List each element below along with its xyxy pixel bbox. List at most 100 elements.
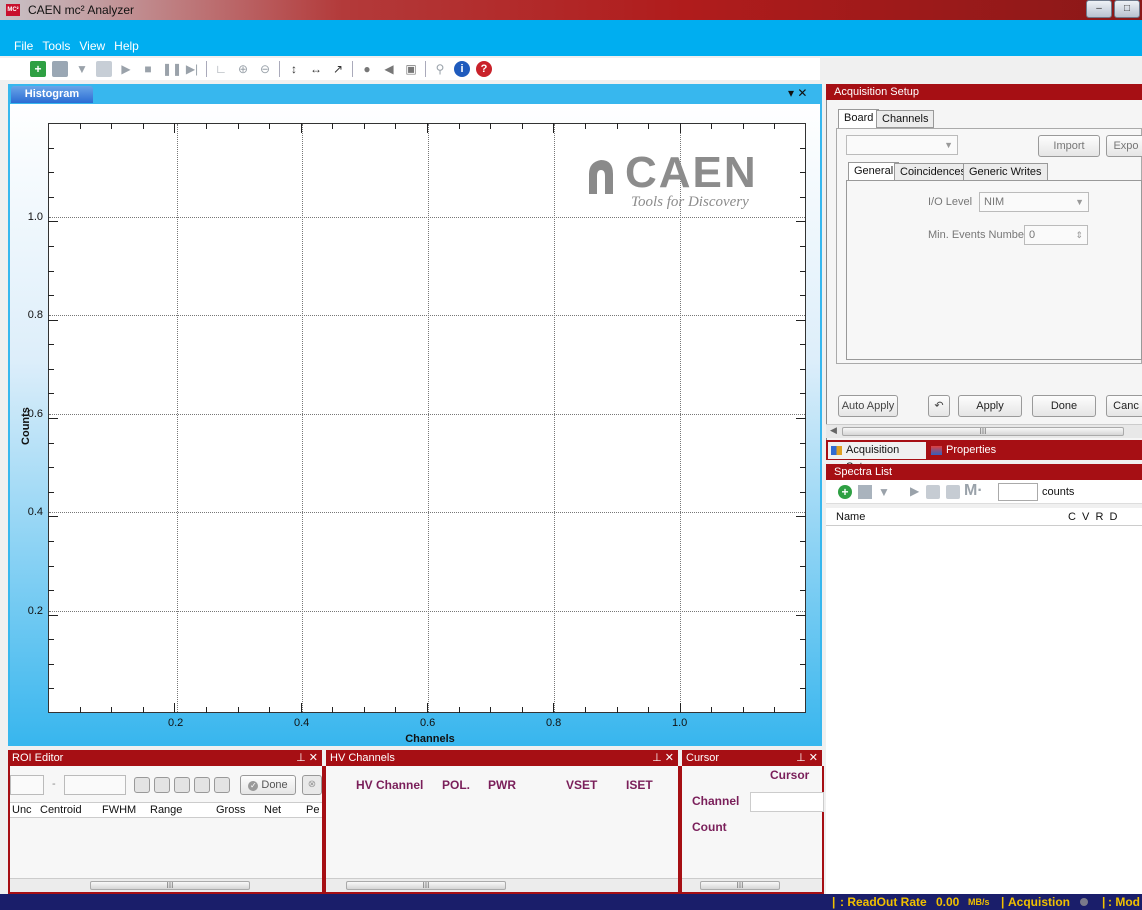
chart-icon[interactable]: ▣	[403, 61, 419, 77]
roi-from-input[interactable]	[10, 775, 44, 795]
x-tick	[205, 123, 207, 129]
tab-histogram[interactable]: Histogram	[11, 86, 93, 103]
vertical-arrows-icon[interactable]: ↕	[286, 61, 302, 77]
tab-acquisition-setup[interactable]: Acquisition Setup	[828, 442, 926, 473]
zoom-in-icon[interactable]: ⊕	[235, 61, 251, 77]
col-iset: ISET	[626, 778, 653, 792]
cursor-scroll-thumb[interactable]: III	[700, 881, 780, 890]
x-tick	[521, 707, 523, 713]
y-tick	[48, 172, 54, 174]
col-centroid[interactable]: Centroid	[40, 804, 82, 816]
menu-view[interactable]: View	[79, 37, 114, 55]
info-icon[interactable]: i	[454, 61, 470, 77]
acq-setup-header: Acquisition Setup	[826, 84, 1142, 100]
y-tick	[796, 418, 806, 419]
col-pol: POL.	[442, 778, 471, 792]
import-button[interactable]: Import	[1038, 135, 1100, 157]
cursor-scrollbar[interactable]: III	[682, 878, 822, 892]
cancel-button[interactable]: Canc	[1106, 395, 1142, 417]
step-icon[interactable]: ▶|	[184, 61, 200, 77]
roi-scrollbar[interactable]: III	[10, 878, 322, 892]
apply-button[interactable]: Apply	[958, 395, 1022, 417]
col-name[interactable]: Name	[836, 511, 865, 523]
tab-general[interactable]: General	[848, 162, 900, 181]
col-fwhm[interactable]: FWHM	[102, 804, 136, 816]
x-tick	[553, 703, 555, 713]
back-icon[interactable]: ◀	[381, 61, 397, 77]
add-spectrum-icon[interactable]: +	[838, 485, 852, 499]
add-icon[interactable]: +	[30, 61, 46, 77]
roi-add-icon[interactable]	[134, 777, 150, 793]
col-peak[interactable]: Pe	[306, 804, 319, 816]
x-tick	[427, 123, 428, 133]
col-flags[interactable]: C V R D	[1068, 511, 1118, 523]
roi-to-input[interactable]	[64, 775, 126, 795]
pause-icon[interactable]: ❚❚	[162, 61, 182, 77]
roi-remove-icon[interactable]	[174, 777, 190, 793]
col-net[interactable]: Net	[264, 804, 281, 816]
undo-button[interactable]: ↶	[928, 395, 950, 417]
m-label[interactable]: M·	[964, 482, 983, 500]
stop-spectrum-icon[interactable]	[926, 485, 940, 499]
play-spectrum-icon[interactable]: ▶	[910, 484, 919, 498]
min-events-stepper[interactable]: 0 ⇕	[1024, 225, 1088, 245]
roi-edit-icon[interactable]	[154, 777, 170, 793]
col-unc[interactable]: Unc	[12, 804, 32, 816]
scroll-thumb[interactable]: III	[842, 427, 1124, 436]
io-level-select[interactable]: NIM ▼	[979, 192, 1089, 212]
roi-copy-icon[interactable]	[214, 777, 230, 793]
probe-spectrum-icon[interactable]: ▼	[878, 485, 890, 499]
tab-board[interactable]: Board	[838, 109, 880, 128]
play-icon[interactable]: ▶	[118, 61, 134, 77]
hv-scrollbar[interactable]: III	[326, 878, 678, 892]
col-hv-channel: HV Channel	[356, 778, 424, 792]
minimize-button[interactable]: –	[1086, 0, 1112, 18]
cursor-controls[interactable]: ⊥ ✕	[796, 750, 818, 766]
x-tick	[774, 707, 776, 713]
x-tick	[111, 707, 113, 713]
menu-tools[interactable]: Tools	[42, 37, 79, 55]
help-icon[interactable]: ?	[476, 61, 492, 77]
counts-input[interactable]	[998, 483, 1038, 501]
zoom-out-icon[interactable]: ⊖	[257, 61, 273, 77]
hv-scroll-thumb[interactable]: III	[346, 881, 506, 890]
spectra-list[interactable]	[826, 526, 1142, 894]
tab-coincidences[interactable]: Coincidences	[894, 163, 973, 181]
board-select[interactable]: ▼	[846, 135, 958, 155]
menu-file[interactable]: File	[0, 37, 42, 55]
cursor-title: Cursor	[770, 768, 810, 782]
probe-icon[interactable]: ▼	[74, 61, 90, 77]
search-icon[interactable]: ⚲	[432, 61, 448, 77]
mode-label: : Mod	[1108, 895, 1140, 909]
horizontal-arrows-icon[interactable]: ↔	[308, 61, 324, 77]
acq-setup-scrollbar[interactable]: ◀ III	[826, 424, 1142, 438]
col-range[interactable]: Range	[150, 804, 182, 816]
hv-channels-controls[interactable]: ⊥ ✕	[652, 750, 674, 766]
fit-icon[interactable]: ∟	[213, 61, 229, 77]
done-button[interactable]: Done	[1032, 395, 1096, 417]
y-tick	[800, 393, 806, 395]
scroll-left-icon[interactable]: ◀	[830, 425, 837, 436]
col-gross[interactable]: Gross	[216, 804, 245, 816]
histogram-panel-controls[interactable]: ▾ ✕	[788, 86, 818, 102]
diagonal-icon[interactable]: ↗	[330, 61, 346, 77]
menu-help[interactable]: Help	[114, 37, 148, 55]
roi-cancel-icon[interactable]: ⊗	[302, 775, 322, 795]
tab-channels[interactable]: Channels	[876, 110, 935, 128]
tab-generic-writes[interactable]: Generic Writes	[963, 163, 1048, 181]
export-button[interactable]: Expo	[1106, 135, 1142, 157]
roi-clear-icon[interactable]	[194, 777, 210, 793]
save-icon[interactable]	[52, 61, 68, 77]
color-icon[interactable]: ●	[359, 61, 375, 77]
maximize-button[interactable]: □	[1114, 0, 1140, 18]
rss-icon[interactable]	[96, 61, 112, 77]
roi-done-button[interactable]: ✓ Done	[240, 775, 296, 795]
clear-spectrum-icon[interactable]	[946, 485, 960, 499]
save-spectrum-icon[interactable]	[858, 485, 872, 499]
stop-icon[interactable]: ■	[140, 61, 156, 77]
x-tick	[521, 123, 523, 129]
tab-properties[interactable]: Properties	[928, 442, 998, 459]
roi-editor-controls[interactable]: ⊥ ✕	[296, 750, 318, 766]
auto-apply-button[interactable]: Auto Apply	[838, 395, 898, 417]
roi-scroll-thumb[interactable]: III	[90, 881, 250, 890]
